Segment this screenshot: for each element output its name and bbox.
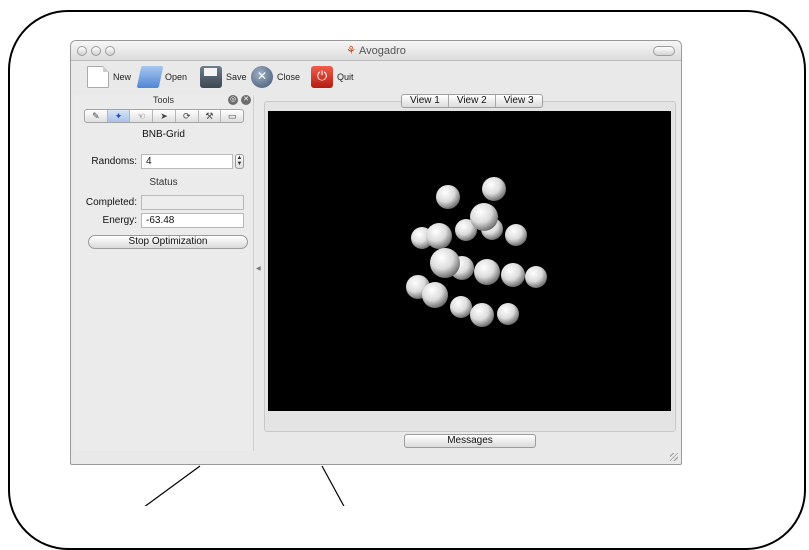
- bond-icon[interactable]: ⚒: [199, 110, 222, 122]
- main-toolbar: New Open Save Close Quit: [71, 61, 681, 95]
- tools-dock-title: Tools: [152, 95, 174, 105]
- energy-row: Energy: -63.48: [74, 212, 244, 228]
- randoms-spinbox[interactable]: 4: [141, 153, 233, 169]
- view-tab-bar: View 1 View 2 View 3: [401, 94, 543, 108]
- atom: [430, 248, 460, 278]
- close-circle-icon: [251, 66, 273, 88]
- manipulate-icon[interactable]: ☜: [130, 110, 154, 122]
- stop-optimization-button[interactable]: Stop Optimization: [88, 235, 248, 249]
- title-bar: ⚘ Avogadro: [71, 41, 681, 61]
- resize-grip-icon[interactable]: [670, 453, 678, 461]
- completed-row: Completed:: [74, 194, 244, 210]
- atom: [470, 203, 498, 231]
- save-disk-icon: [200, 66, 222, 88]
- tab-view-1[interactable]: View 1: [402, 95, 449, 107]
- extension-name: BNB-Grid: [142, 129, 185, 140]
- atom: [422, 282, 448, 308]
- atom: [470, 303, 494, 327]
- atom: [505, 224, 527, 246]
- atom: [482, 177, 506, 201]
- toolbar-toggle-button[interactable]: [653, 46, 675, 56]
- tab-view-3[interactable]: View 3: [496, 95, 542, 107]
- measure-icon[interactable]: ▭: [221, 110, 243, 122]
- window-title: ⚘ Avogadro: [71, 44, 681, 57]
- save-button[interactable]: Save: [200, 65, 247, 89]
- atom: [426, 223, 452, 249]
- molecule-viewport[interactable]: [268, 111, 671, 411]
- pencil-icon[interactable]: ✎: [85, 110, 108, 122]
- randoms-label: Randoms:: [91, 155, 137, 167]
- molecule-render[interactable]: [268, 111, 671, 411]
- atom: [525, 266, 547, 288]
- select-icon[interactable]: ➤: [153, 110, 176, 122]
- messages-toggle-button[interactable]: Messages: [404, 434, 536, 448]
- new-document-icon: [87, 66, 109, 88]
- quit-button[interactable]: Quit: [311, 65, 354, 89]
- power-icon: [311, 66, 333, 88]
- close-button[interactable]: Close: [251, 65, 300, 89]
- randoms-stepper[interactable]: ▲ ▼: [235, 153, 244, 169]
- quit-label: Quit: [337, 72, 354, 82]
- tools-dock: Tools ◎ ✕ ✎ ✦ ☜ ➤ ⟳ ⚒ ▭ BNB-Grid Randoms…: [74, 95, 254, 451]
- views-panel: View 1 View 2 View 3: [264, 94, 676, 432]
- completed-progress-field: [141, 194, 244, 210]
- navigate-icon[interactable]: ✦: [107, 110, 131, 122]
- randoms-row: Randoms: 4 ▲ ▼: [74, 153, 244, 169]
- messages-bar: Messages: [264, 433, 676, 448]
- completed-label: Completed:: [85, 196, 137, 208]
- app-window: ⚘Avogadro New Open Save Close Quit Tools…: [70, 40, 682, 465]
- energy-label: Energy:: [102, 214, 137, 226]
- save-label: Save: [226, 72, 247, 82]
- energy-field[interactable]: -63.48: [141, 212, 244, 228]
- dock-controls: ◎ ✕: [228, 95, 251, 105]
- close-dock-icon[interactable]: ✕: [241, 95, 251, 105]
- rotate-icon[interactable]: ⟳: [176, 110, 199, 122]
- atom: [450, 296, 472, 318]
- atom: [436, 185, 460, 209]
- atom: [474, 259, 500, 285]
- close-label: Close: [277, 72, 301, 82]
- avogadro-logo-icon: ⚘: [346, 45, 356, 57]
- open-button[interactable]: Open: [136, 65, 188, 89]
- float-dock-icon[interactable]: ◎: [228, 95, 238, 105]
- atom: [497, 303, 519, 325]
- new-label: New: [113, 72, 132, 82]
- tab-view-2[interactable]: View 2: [449, 95, 496, 107]
- new-button[interactable]: New: [87, 65, 131, 89]
- status-heading: Status: [149, 177, 178, 188]
- window-title-text: Avogadro: [358, 45, 406, 57]
- atom: [501, 263, 525, 287]
- open-folder-icon: [136, 66, 164, 88]
- splitter-handle-icon[interactable]: ◀: [256, 265, 261, 272]
- tool-selector: ✎ ✦ ☜ ➤ ⟳ ⚒ ▭: [84, 109, 244, 123]
- open-label: Open: [165, 72, 188, 82]
